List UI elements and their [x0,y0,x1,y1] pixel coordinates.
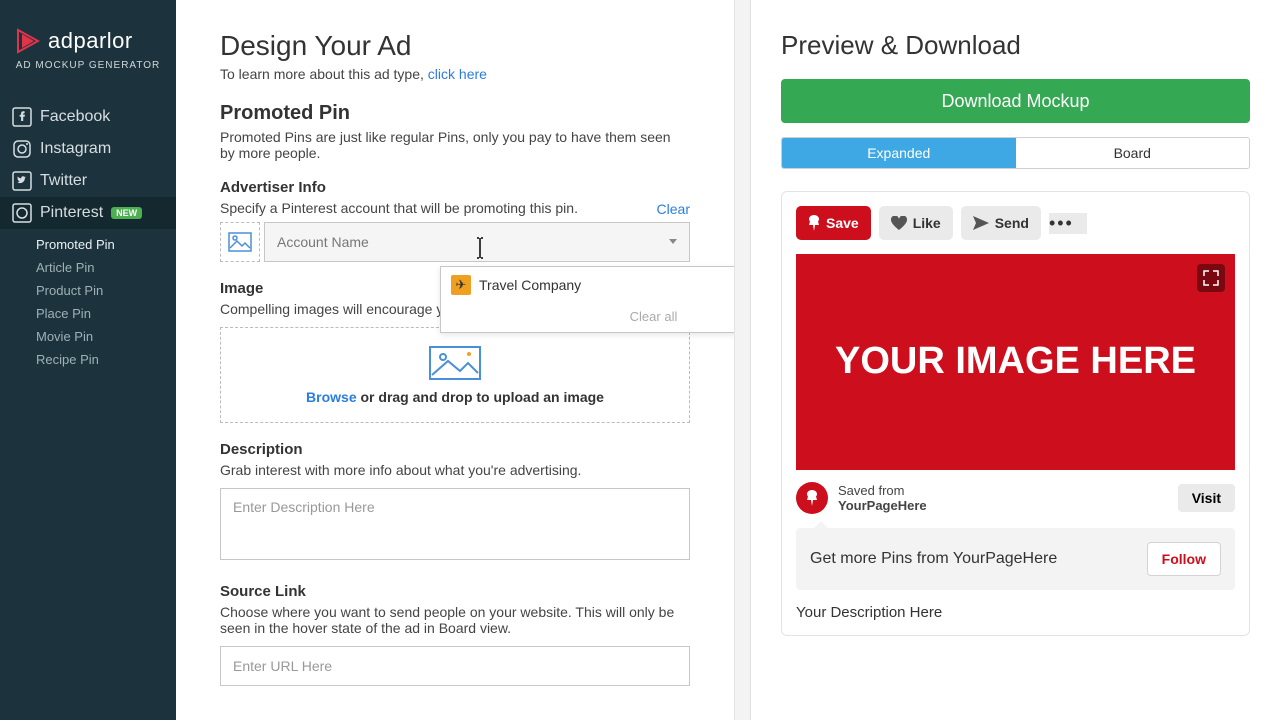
nav-facebook[interactable]: Facebook [0,101,176,133]
advertiser-desc: Specify a Pinterest account that will be… [220,200,578,216]
learn-more-prefix: To learn more about this ad type, [220,66,428,82]
pinterest-subnav: Promoted Pin Article Pin Product Pin Pla… [0,229,176,371]
page-title: Design Your Ad [220,30,690,62]
nav-label: Twitter [40,172,87,190]
facebook-icon [12,107,32,127]
heart-icon [891,216,907,230]
tab-board[interactable]: Board [1016,138,1250,168]
twitter-icon [12,171,32,191]
subnav-product-pin[interactable]: Product Pin [36,279,176,302]
dropdown-option-travel-company[interactable]: ✈ Travel Company ✕ [441,267,734,303]
subnav-place-pin[interactable]: Place Pin [36,302,176,325]
pin-send-button[interactable]: Send [961,206,1041,240]
pin-like-button[interactable]: Like [879,206,953,240]
advertiser-thumb-upload[interactable] [220,222,260,262]
brand-subtitle: AD MOCKUP GENERATOR [0,60,176,87]
new-badge: NEW [111,207,142,219]
account-dropdown: ✈ Travel Company ✕ Clear all [440,266,734,333]
advertiser-clear-link[interactable]: Clear [657,201,690,217]
dropdown-clear-all[interactable]: Clear all [441,303,734,332]
preview-view-toggle: Expanded Board [781,137,1250,169]
source-link-title: Source Link [220,583,690,600]
logo-mark-icon [14,28,40,54]
account-name-select[interactable]: Account Name [264,222,690,262]
visit-button[interactable]: Visit [1178,484,1235,512]
promoted-pin-title: Promoted Pin [220,102,690,125]
advertiser-title: Advertiser Info [220,179,578,196]
chevron-down-icon [669,239,677,244]
pin-save-button[interactable]: Save [796,206,871,240]
more-pins-text: Get more Pins from YourPageHere [810,550,1057,568]
nav-label: Facebook [40,108,110,126]
dropdown-option-label: Travel Company [479,277,581,293]
subnav-movie-pin[interactable]: Movie Pin [36,325,176,348]
nav-label: Pinterest [40,204,103,222]
more-pins-callout: Get more Pins from YourPageHere Follow [796,528,1235,590]
image-upload-dropzone[interactable]: Browse or drag and drop to upload an ima… [220,327,690,423]
instagram-icon [12,139,32,159]
subnav-recipe-pin[interactable]: Recipe Pin [36,348,176,371]
brand-name: adparlor [48,28,133,54]
subnav-article-pin[interactable]: Article Pin [36,256,176,279]
download-mockup-button[interactable]: Download Mockup [781,79,1250,123]
learn-more-link[interactable]: click here [428,66,487,82]
image-icon [228,232,252,252]
pin-image-placeholder: YOUR IMAGE HERE [796,254,1235,470]
form-panel: Design Your Ad To learn more about this … [176,0,734,720]
page-name: YourPageHere [838,498,927,513]
send-icon [973,216,989,230]
preview-description: Your Description Here [796,604,1235,621]
save-label: Save [826,215,859,231]
send-label: Send [995,215,1029,231]
expand-icon[interactable] [1197,264,1225,292]
avatar [796,482,828,514]
pin-icon [808,215,820,231]
nav-instagram[interactable]: Instagram [0,133,176,165]
learn-more-line: To learn more about this ad type, click … [220,66,690,82]
scrollbar[interactable] [735,0,751,720]
pin-preview-card: Save Like Send ••• [781,191,1250,636]
saved-from-label: Saved from [838,483,904,498]
source-link-input[interactable] [220,646,690,686]
pin-more-button[interactable]: ••• [1049,213,1087,234]
sidebar: adparlor AD MOCKUP GENERATOR Facebook In… [0,0,176,720]
like-label: Like [913,215,941,231]
main-nav: Facebook Instagram Twitter Pinterest NEW… [0,101,176,371]
upload-text-rest: or drag and drop to upload an image [357,389,604,405]
tab-expanded[interactable]: Expanded [782,138,1016,168]
brand-logo: adparlor [0,28,176,60]
description-desc: Grab interest with more info about what … [220,462,690,478]
nav-twitter[interactable]: Twitter [0,165,176,197]
source-link-desc: Choose where you want to send people on … [220,604,690,636]
nav-label: Instagram [40,140,111,158]
subnav-promoted-pin[interactable]: Promoted Pin [36,233,176,256]
pinterest-icon [12,203,32,223]
image-upload-icon [428,345,482,381]
placeholder-text: YOUR IMAGE HERE [835,341,1196,383]
airplane-icon: ✈ [451,275,471,295]
upload-text: Browse or drag and drop to upload an ima… [306,389,604,405]
preview-title: Preview & Download [781,30,1250,61]
browse-link[interactable]: Browse [306,389,357,405]
pin-icon [806,490,818,506]
description-title: Description [220,441,690,458]
nav-pinterest[interactable]: Pinterest NEW [0,197,176,229]
promoted-pin-desc: Promoted Pins are just like regular Pins… [220,129,680,161]
account-placeholder: Account Name [277,234,369,250]
saved-from-text: Saved from YourPageHere [838,483,927,513]
follow-button[interactable]: Follow [1147,542,1221,576]
description-input[interactable] [220,488,690,560]
preview-panel: Preview & Download Download Mockup Expan… [751,0,1280,720]
